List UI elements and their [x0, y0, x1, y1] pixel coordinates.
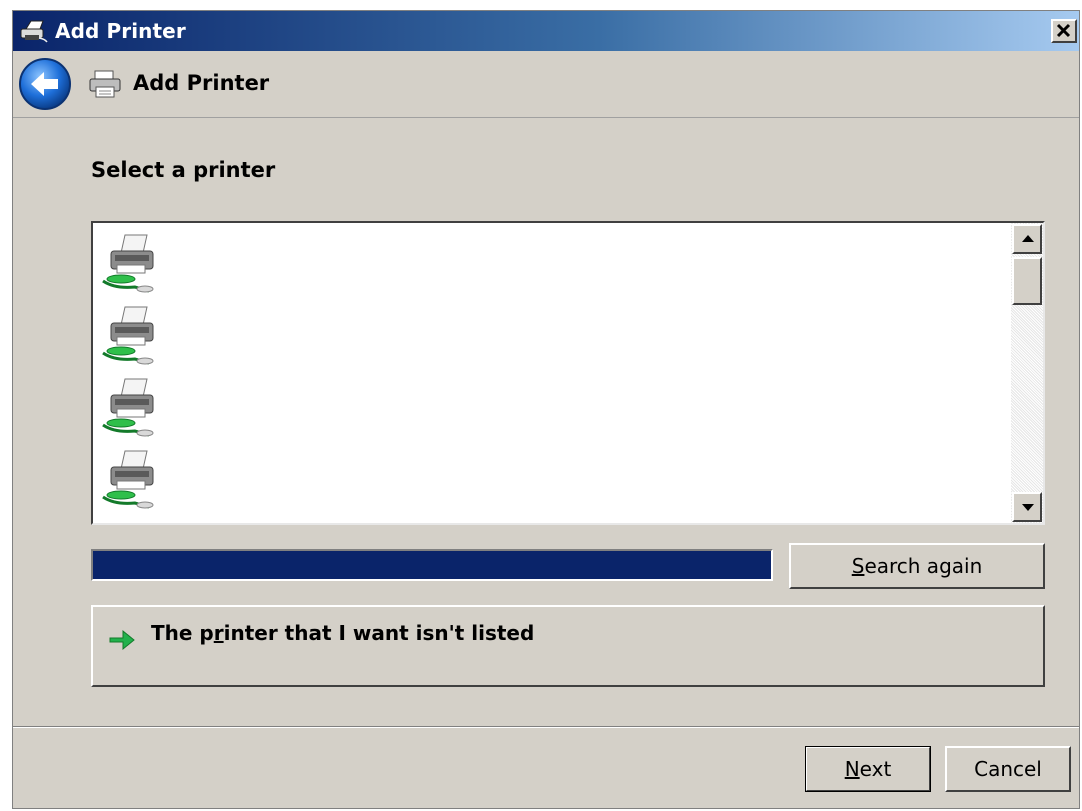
scroll-up-button[interactable] [1012, 224, 1042, 254]
network-printer-icon [102, 234, 154, 293]
printer-icon [87, 69, 123, 103]
scroll-thumb[interactable] [1012, 257, 1042, 305]
list-item[interactable] [95, 231, 167, 299]
network-printer-icon [102, 378, 154, 437]
close-button[interactable] [1051, 19, 1077, 43]
cancel-button[interactable]: Cancel [945, 746, 1071, 792]
search-again-button[interactable]: Search again [789, 543, 1045, 589]
arrow-up-icon [1022, 235, 1034, 242]
vertical-scrollbar[interactable] [1011, 223, 1043, 523]
cancel-label: Cancel [974, 757, 1042, 781]
list-item[interactable] [95, 375, 167, 443]
search-progress-bar [91, 549, 773, 581]
wizard-title: Add Printer [133, 71, 270, 95]
back-arrow-icon [19, 58, 71, 110]
search-again-label: Search again [851, 554, 983, 578]
list-item[interactable] [95, 303, 167, 371]
network-printer-icon [102, 306, 154, 365]
list-item[interactable] [95, 447, 167, 515]
progress-fill [93, 551, 771, 579]
close-icon [1056, 23, 1071, 38]
next-label: Next [844, 757, 892, 781]
title-bar[interactable]: Add Printer [13, 11, 1079, 51]
add-printer-window: Add Printer Add Printer Select a printer… [12, 10, 1080, 809]
printer-list[interactable] [91, 221, 1045, 525]
network-printer-icon [102, 450, 154, 509]
footer-separator [13, 726, 1079, 728]
section-title: Select a printer [91, 158, 276, 182]
scroll-down-button[interactable] [1012, 492, 1042, 522]
green-arrow-icon [107, 625, 137, 659]
printer-icon [17, 19, 51, 47]
wizard-header: Add Printer [13, 51, 1079, 118]
arrow-down-icon [1022, 504, 1034, 511]
back-button[interactable] [17, 56, 73, 112]
printer-not-listed-label: The printer that I want isn't listed [151, 621, 535, 645]
next-button[interactable]: Next [805, 746, 931, 792]
window-title: Add Printer [55, 19, 186, 43]
printer-not-listed-link[interactable]: The printer that I want isn't listed [91, 605, 1045, 687]
